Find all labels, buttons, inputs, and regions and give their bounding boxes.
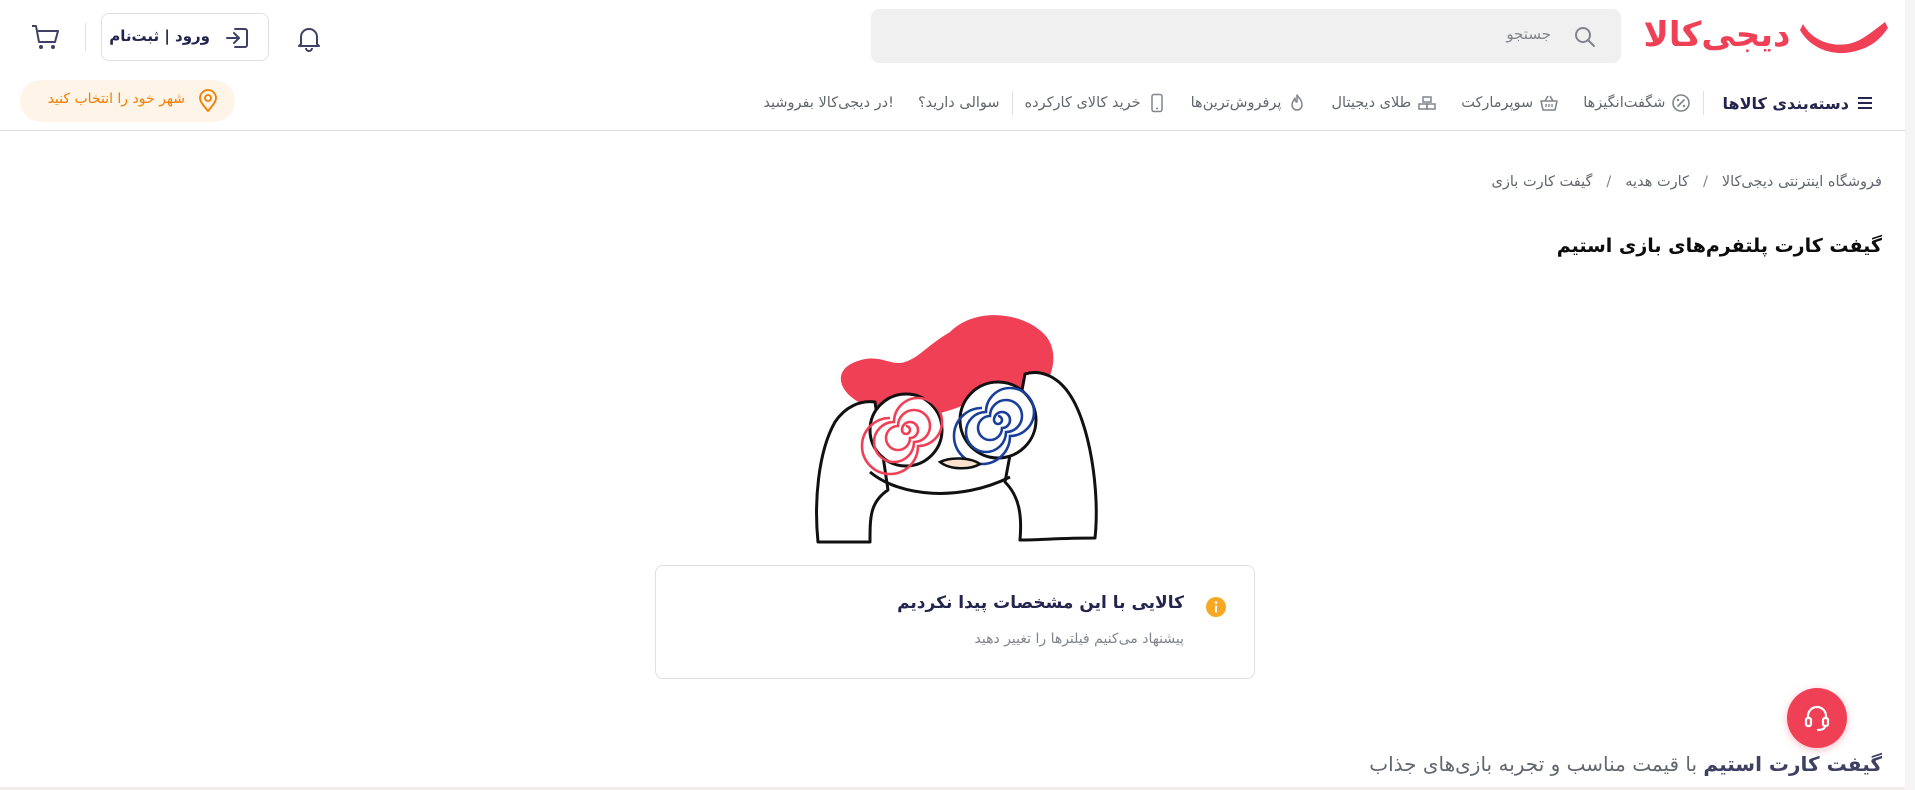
nav-categories-label: دسته‌بندی کالاها — [1722, 93, 1849, 113]
breadcrumb-separator: / — [1702, 174, 1708, 190]
main-nav: دسته‌بندی کالاها شگفت‌انگیزها سوپرمارکت … — [751, 88, 1887, 118]
breadcrumb: فروشگاه اینترنتی دیجی‌کالا / کارت هدیه /… — [1492, 174, 1882, 190]
binoculars-illustration — [815, 315, 1098, 544]
phone-icon — [1150, 93, 1163, 113]
support-button[interactable] — [1787, 688, 1847, 748]
info-icon — [1206, 597, 1226, 617]
nav-item-used[interactable]: خرید کالای کارکرده — [1013, 93, 1179, 113]
nav-item-label: در دیجی‌کالا بفروشید! — [763, 95, 894, 111]
login-button[interactable]: ورود | ثبت‌نام — [101, 13, 269, 61]
empty-state-title: کالایی با این مشخصات پیدا نکردیم — [897, 593, 1184, 613]
cart-icon[interactable] — [30, 23, 60, 51]
percent-icon — [1672, 94, 1691, 112]
city-selector[interactable]: شهر خود را انتخاب کنید — [20, 80, 235, 122]
header-divider-line — [0, 130, 1915, 131]
bell-icon[interactable] — [295, 24, 323, 52]
nav-item-label: طلای دیجیتال — [1331, 95, 1412, 111]
location-pin-icon — [199, 89, 217, 112]
nav-categories[interactable]: دسته‌بندی کالاها — [1704, 93, 1887, 113]
nav-item-digital-gold[interactable]: طلای دیجیتال — [1319, 93, 1449, 113]
fire-icon — [1291, 94, 1304, 111]
login-icon — [226, 28, 248, 48]
seo-heading: گیفت کارت استیم با قیمت مناسب و تجربه با… — [1369, 752, 1882, 776]
empty-state-subtitle: پیشنهاد می‌کنیم فیلترها را تغییر دهید — [974, 631, 1184, 647]
breadcrumb-item-game-gift-card[interactable]: گیفت کارت بازی — [1492, 174, 1593, 190]
nav-item-bestsellers[interactable]: پرفروش‌ترین‌ها — [1179, 93, 1320, 113]
nav-item-label: سوالی دارید؟ — [917, 95, 1000, 111]
seo-heading-bold: گیفت کارت استیم — [1703, 752, 1882, 776]
nav-item-label: سوپرمارکت — [1461, 95, 1534, 111]
basket-icon — [1540, 95, 1559, 111]
nav-item-label: خرید کالای کارکرده — [1024, 95, 1141, 111]
empty-state-card: کالایی با این مشخصات پیدا نکردیم پیشنهاد… — [655, 565, 1255, 679]
search-input[interactable]: جستجو — [1506, 25, 1551, 43]
breadcrumb-separator: / — [1606, 174, 1612, 190]
breadcrumb-item-gift-card[interactable]: کارت هدیه — [1625, 174, 1689, 190]
logo-smile-icon: دیجی‌کالا — [1644, 15, 1888, 55]
svg-text:دیجی‌کالا: دیجی‌کالا — [1645, 16, 1790, 55]
breadcrumb-item-home[interactable]: فروشگاه اینترنتی دیجی‌کالا — [1722, 174, 1882, 190]
nav-item-amazing[interactable]: شگفت‌انگیزها — [1571, 93, 1703, 113]
search-bar[interactable]: جستجو — [871, 9, 1621, 63]
login-label: ورود | ثبت‌نام — [109, 27, 210, 45]
digikala-logo[interactable]: دیجی‌کالا — [1644, 15, 1890, 56]
nav-item-label: شگفت‌انگیزها — [1583, 95, 1666, 111]
header-divider — [85, 23, 86, 51]
scrollbar[interactable] — [1905, 0, 1915, 790]
search-icon[interactable] — [1573, 25, 1597, 49]
nav-item-supermarket[interactable]: سوپرمارکت — [1449, 93, 1571, 113]
menu-icon — [1858, 97, 1872, 109]
headset-icon — [1804, 705, 1830, 732]
nav-item-label: پرفروش‌ترین‌ها — [1190, 95, 1282, 111]
nav-item-sell[interactable]: در دیجی‌کالا بفروشید! — [751, 95, 906, 111]
seo-heading-rest: با قیمت مناسب و تجربه بازی‌های جذاب — [1369, 752, 1704, 776]
nav-item-questions[interactable]: سوالی دارید؟ — [906, 95, 1012, 111]
city-label: شهر خود را انتخاب کنید — [47, 91, 185, 107]
gold-icon — [1418, 96, 1436, 110]
page-title: گیفت کارت پلتفرم‌های بازی استیم — [1556, 235, 1882, 257]
